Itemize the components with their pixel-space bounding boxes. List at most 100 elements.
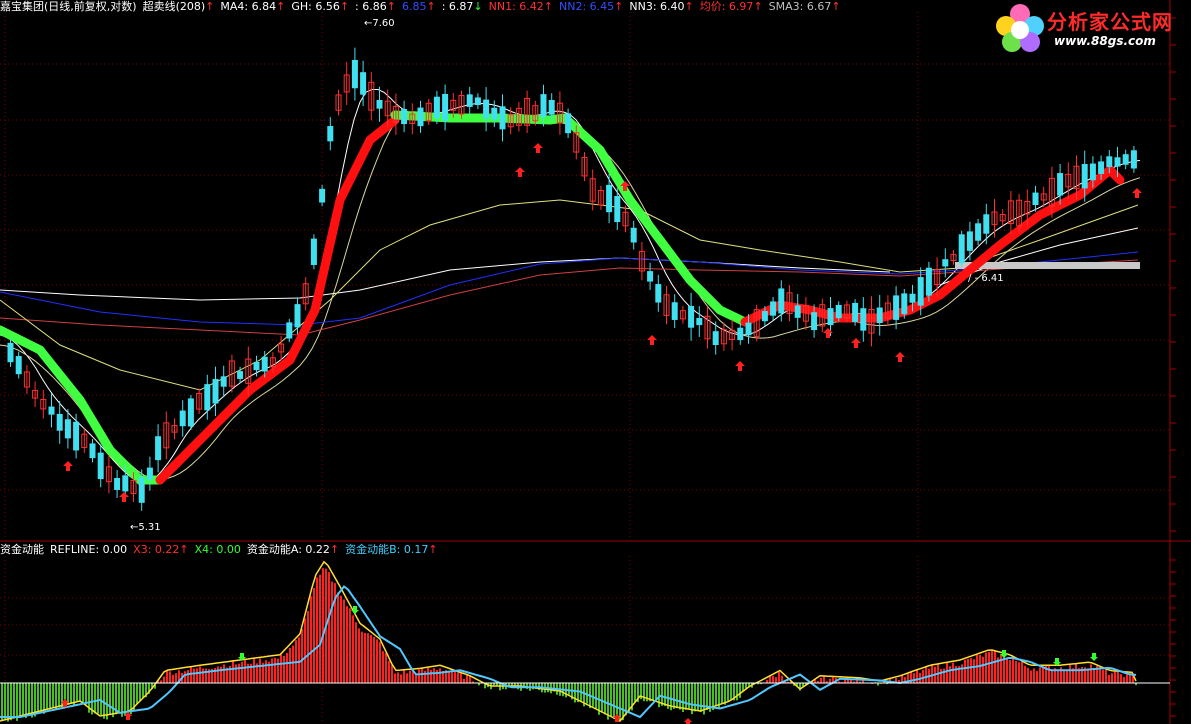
main-header-item: NN2: 6.45↑ (558, 0, 624, 13)
candle-body (811, 312, 818, 331)
candle-body (474, 97, 481, 106)
candle-body (1098, 161, 1105, 174)
low-price-label: ←5.31 (130, 522, 161, 533)
buy-arrow-icon (119, 492, 129, 502)
candle-body (7, 342, 14, 363)
sell-arrow-icon (1090, 653, 1098, 661)
buy-arrow-icon (1132, 188, 1142, 198)
ma-line-mid (0, 199, 1139, 391)
candle-body (204, 384, 211, 411)
arrow-icon: ↑ (339, 0, 350, 13)
candle-body (442, 93, 449, 121)
arrow-icon: ↑ (426, 0, 436, 13)
candle-body (114, 478, 121, 490)
candle-body (220, 376, 227, 387)
candle-body (1130, 150, 1137, 169)
arrow-icon: ↑ (684, 0, 694, 13)
candle-body (351, 59, 358, 89)
main-header-item: GH: 6.56↑ (291, 0, 350, 13)
sub-title: 资金动能 (0, 543, 44, 556)
candle-body (253, 361, 260, 371)
candle-body (146, 467, 153, 480)
candle-body (401, 108, 408, 125)
buy-arrow-icon (684, 718, 692, 724)
candle-body (761, 311, 768, 322)
arrow-icon: ↑ (205, 0, 215, 13)
sub-indicator-header: 资金动能 REFLINE: 0.00 X3: 0.22↑ X4: 0.00 资金动能A:… (0, 543, 450, 556)
candle-body (1106, 156, 1113, 168)
candle-body (852, 302, 859, 323)
high-price-value: 7.60 (372, 18, 395, 29)
current-price-value: 6.41 (981, 273, 1004, 284)
candle-body (1057, 173, 1064, 196)
candle-body (376, 100, 383, 109)
main-header-item: MA4: 6.84↑ (220, 0, 286, 13)
arrow-icon: ↑ (329, 543, 340, 556)
arrow-icon: ↑ (614, 0, 624, 13)
buy-arrow-icon (895, 352, 905, 362)
sub-header-item: REFLINE: 0.00 (50, 543, 128, 556)
candle-body (909, 293, 916, 303)
candle-body (835, 304, 842, 319)
kline-chart[interactable] (0, 0, 1191, 724)
candle-body (565, 113, 572, 134)
candle-body (138, 477, 145, 503)
candle-body (466, 94, 473, 107)
arrow-icon: ↑ (276, 0, 286, 13)
main-header-item: : 6.86↑ (355, 0, 396, 13)
candle-body (893, 295, 900, 320)
candle-body (548, 99, 555, 115)
candle-body (56, 413, 63, 431)
candle-body (1081, 164, 1088, 189)
arrow-icon: ↑ (428, 543, 438, 556)
candle-body (64, 419, 71, 439)
candle-body (319, 188, 326, 203)
candle-body (901, 293, 908, 315)
buy-arrow-icon (735, 361, 745, 371)
candle-body (294, 304, 301, 328)
flower-icon (996, 4, 1044, 52)
sub-header-item: X3: 0.22↑ (133, 543, 189, 556)
candle-body (655, 284, 662, 303)
main-header-item: 均价: 6.97↑ (699, 0, 763, 13)
main-header-item: 超卖线(208)↑ (142, 0, 215, 13)
candle-body (1032, 192, 1039, 206)
main-header-item: SMA3: 6.67↑ (768, 0, 841, 13)
candle-body (983, 214, 990, 234)
candle-body (73, 421, 80, 451)
candle-body (876, 307, 883, 324)
candle-body (745, 322, 752, 336)
arrow-icon: ↓ (473, 0, 483, 13)
sub-header-item: X4: 0.00 (194, 543, 241, 556)
logo-name: 分析家公式网 (1047, 10, 1173, 34)
current-arrow-glyph: / - (968, 273, 982, 284)
candle-body (696, 318, 703, 326)
candle-body (179, 410, 186, 427)
current-price-label: / - 6.41 (968, 273, 1004, 284)
candle-body (491, 107, 498, 120)
low-price-value: 5.31 (138, 522, 161, 533)
candle-body (975, 223, 982, 241)
arrow-icon: ↑ (753, 0, 763, 13)
arrow-icon: ↑ (543, 0, 553, 13)
candle-body (1089, 163, 1096, 181)
funds-line-a (0, 560, 1137, 722)
band-down (560, 113, 750, 327)
ma-line-long-white (0, 257, 891, 301)
candle-body (261, 356, 268, 372)
band-up (740, 163, 1125, 327)
arrow-icon: ↑ (179, 543, 189, 556)
candle-body (966, 231, 973, 251)
site-logo[interactable]: 分析家公式网 www.88gs.com (992, 0, 1188, 56)
main-header-item: NN3: 6.40↑ (629, 0, 694, 13)
candle-body (122, 475, 129, 492)
candle-body (712, 331, 719, 345)
main-header-item: : 6.87↓ (441, 0, 483, 13)
sub-header-item: 资金动能B: 0.17↑ (345, 543, 438, 556)
candle-body (417, 107, 424, 127)
candle-body (327, 126, 334, 142)
candle-body (794, 305, 801, 318)
candle-body (671, 302, 678, 320)
candle-body (48, 406, 55, 415)
logo-url: www.88gs.com (1054, 34, 1156, 48)
